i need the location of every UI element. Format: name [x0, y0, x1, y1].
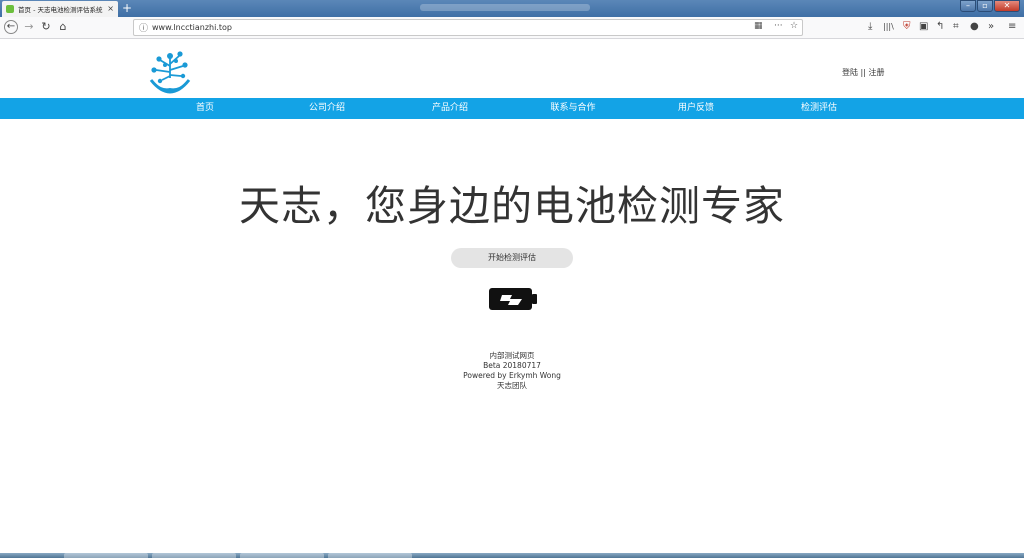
auth-links: 登陆 || 注册: [842, 67, 884, 78]
qr-code-icon[interactable]: ▦: [754, 21, 763, 31]
start-evaluation-button[interactable]: 开始检测评估: [451, 248, 573, 268]
undo-icon[interactable]: ↰: [936, 20, 944, 34]
chat-icon[interactable]: ●: [970, 20, 979, 34]
footer-line-powered: Powered by Erkymh Wong: [463, 371, 561, 380]
footer-line-team: 天志团队: [497, 381, 527, 390]
register-link[interactable]: 注册: [868, 68, 884, 77]
shield-icon[interactable]: ⛨: [903, 20, 911, 34]
taskbar-item[interactable]: [240, 553, 324, 558]
tab-close-icon[interactable]: ×: [107, 4, 114, 13]
new-tab-button[interactable]: +: [122, 0, 132, 16]
taskbar-item[interactable]: [328, 553, 412, 558]
favicon-icon: [6, 5, 14, 13]
sidebar-icon[interactable]: ▣: [919, 20, 928, 34]
url-bar[interactable]: ⓘ www.lncctianzhi.top ▦ ··· ☆: [133, 19, 803, 36]
menu-item-products[interactable]: 产品介绍: [432, 98, 468, 119]
auth-separator: ||: [860, 68, 866, 77]
footer-line-internal: 内部测试网页: [489, 351, 535, 360]
window-controls: – ▫ ✕: [960, 0, 1020, 12]
footer: 内部测试网页 Beta 20180717 Powered by Erkymh W…: [0, 351, 1024, 391]
footer-line-version: Beta 20180717: [483, 361, 541, 370]
browser-toolbar: ← → ↻ ⌂ ⓘ www.lncctianzhi.top ▦ ··· ☆ ⤓ …: [0, 17, 1024, 39]
battery-charging-icon: [489, 288, 537, 310]
bookmark-star-icon[interactable]: ☆: [790, 21, 798, 31]
menu-icon[interactable]: ≡: [1008, 20, 1016, 34]
close-window-button[interactable]: ✕: [994, 0, 1020, 12]
downloads-icon[interactable]: ⤓: [868, 20, 872, 34]
forward-icon[interactable]: →: [22, 20, 36, 34]
menu-item-home[interactable]: 首页: [196, 98, 214, 119]
site-logo[interactable]: [148, 48, 192, 96]
minimize-button[interactable]: –: [960, 0, 976, 12]
url-text[interactable]: www.lncctianzhi.top: [152, 23, 232, 32]
library-icon[interactable]: |||\: [883, 20, 894, 34]
taskbar-item[interactable]: [152, 553, 236, 558]
overflow-icon[interactable]: »: [988, 20, 994, 34]
window-title-blur: [420, 4, 590, 11]
taskbar-item[interactable]: [64, 553, 148, 558]
browser-title-bar: 首页 - 天志电池检测评估系统 × + – ▫ ✕: [0, 0, 1024, 17]
menu-item-contact[interactable]: 联系与合作: [550, 98, 595, 119]
menu-item-evaluation[interactable]: 检测评估: [801, 98, 837, 119]
menu-item-company[interactable]: 公司介绍: [309, 98, 345, 119]
tab-title: 首页 - 天志电池检测评估系统: [18, 6, 103, 14]
hero-headline: 天志，您身边的电池检测专家: [239, 182, 785, 230]
page-actions-icon[interactable]: ···: [774, 21, 783, 31]
screenshot-icon[interactable]: ⌗: [953, 20, 959, 34]
main-menu: 首页 公司介绍 产品介绍 联系与合作 用户反馈 检测评估: [0, 98, 1024, 119]
site-info-icon[interactable]: ⓘ: [139, 21, 148, 34]
maximize-button[interactable]: ▫: [977, 0, 993, 12]
back-icon[interactable]: ←: [4, 20, 18, 34]
reload-icon[interactable]: ↻: [39, 20, 53, 34]
home-icon[interactable]: ⌂: [56, 20, 70, 34]
menu-item-feedback[interactable]: 用户反馈: [678, 98, 714, 119]
login-link[interactable]: 登陆: [842, 68, 858, 77]
browser-tab[interactable]: 首页 - 天志电池检测评估系统 ×: [2, 1, 118, 17]
